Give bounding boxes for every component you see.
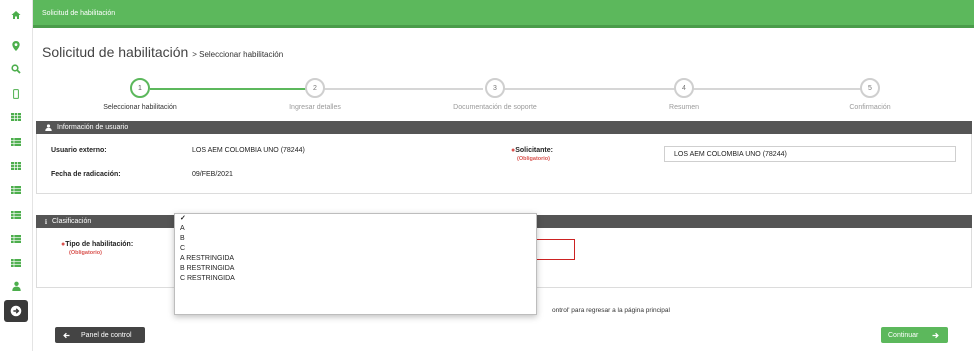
map-marker-icon[interactable] (7, 37, 25, 55)
arrow-right-icon (932, 332, 940, 338)
top-bar-title: Solicitud de habilitación (42, 10, 116, 17)
dropdown-option[interactable]: A RESTRINGIDA (175, 254, 536, 264)
type-label-text: Tipo de habilitación: (65, 241, 134, 248)
requester-required-note: (Obligatorio) (517, 156, 550, 162)
grid-icon[interactable] (7, 108, 25, 126)
list-icon[interactable] (7, 230, 25, 248)
control-panel-button-label: Panel de control (81, 331, 132, 339)
dropdown-option[interactable]: B RESTRINGIDA (175, 264, 536, 274)
dropdown-option-empty[interactable]: ✓ (175, 214, 536, 224)
requester-label-text: Solicitante: (515, 147, 553, 154)
list-icon[interactable] (7, 181, 25, 199)
user-info-title: Información de usuario (57, 124, 129, 131)
dropdown-option[interactable]: C (175, 244, 536, 254)
user-info-panel: Usuario externo: LOS AEM COLOMBIA UNO (7… (36, 134, 972, 194)
step-connector (693, 88, 862, 90)
page-subtitle: > Seleccionar habilitación (192, 50, 284, 59)
step-5-label: Confirmación (849, 104, 891, 111)
page-title-text: Solicitud de habilitación (42, 44, 189, 60)
step-connector (150, 88, 310, 90)
step-2-circle[interactable]: 2 (305, 78, 325, 98)
list-icon[interactable] (7, 254, 25, 272)
home-icon[interactable] (7, 6, 25, 24)
step-4-circle[interactable]: 4 (674, 78, 694, 98)
step-connector (503, 88, 681, 90)
continue-button-label: Continuar (888, 331, 919, 339)
page-title: Solicitud de habilitación > Seleccionar … (42, 44, 283, 60)
user-icon (45, 124, 52, 131)
control-panel-button[interactable]: Panel de control (55, 327, 145, 343)
grid-icon[interactable] (7, 157, 25, 175)
type-label: ●Tipo de habilitación: (61, 241, 133, 248)
external-user-value: LOS AEM COLOMBIA UNO (78244) (192, 147, 305, 154)
dropdown-option[interactable]: C RESTRINGIDA (175, 274, 536, 284)
external-user-label: Usuario externo: (51, 147, 107, 154)
list-icon[interactable] (7, 206, 25, 224)
step-5-circle[interactable]: 5 (860, 78, 880, 98)
hint-text: ontrol' para regresar a la página princi… (552, 307, 670, 314)
step-2-label: Ingresar detalles (289, 104, 341, 111)
step-3-circle[interactable]: 3 (485, 78, 505, 98)
search-icon[interactable] (7, 60, 25, 78)
circle-arrow-right-icon[interactable] (4, 300, 28, 322)
type-required-note: (Obligatorio) (69, 250, 102, 256)
dropdown-option[interactable]: A (175, 224, 536, 234)
mobile-icon[interactable] (7, 85, 25, 103)
step-3-label: Documentación de soporte (453, 104, 537, 111)
dropdown-option[interactable]: B (175, 234, 536, 244)
step-1-label: Seleccionar habilitación (103, 104, 177, 111)
continue-button[interactable]: Continuar (881, 327, 948, 343)
info-icon: i (45, 217, 47, 226)
top-bar: Solicitud de habilitación (33, 0, 974, 28)
arrow-left-icon (63, 332, 70, 338)
requester-label: ●Solicitante: (511, 147, 553, 154)
user-info-header: Información de usuario (36, 121, 972, 134)
type-dropdown-list[interactable]: ✓ A B C A RESTRINGIDA B RESTRINGIDA C RE… (174, 213, 537, 315)
date-label: Fecha de radicación: (51, 171, 121, 178)
list-icon[interactable] (7, 133, 25, 151)
requester-input[interactable]: LOS AEM COLOMBIA UNO (78244) (664, 146, 956, 162)
sidebar (0, 0, 33, 351)
check-icon: ✓ (180, 215, 186, 222)
user-icon[interactable] (7, 277, 25, 295)
classification-title: Clasificación (51, 218, 92, 225)
step-4-label: Resumen (669, 104, 699, 111)
step-1-circle[interactable]: 1 (130, 78, 150, 98)
date-value: 09/FEB/2021 (192, 171, 233, 178)
step-connector (320, 88, 483, 90)
